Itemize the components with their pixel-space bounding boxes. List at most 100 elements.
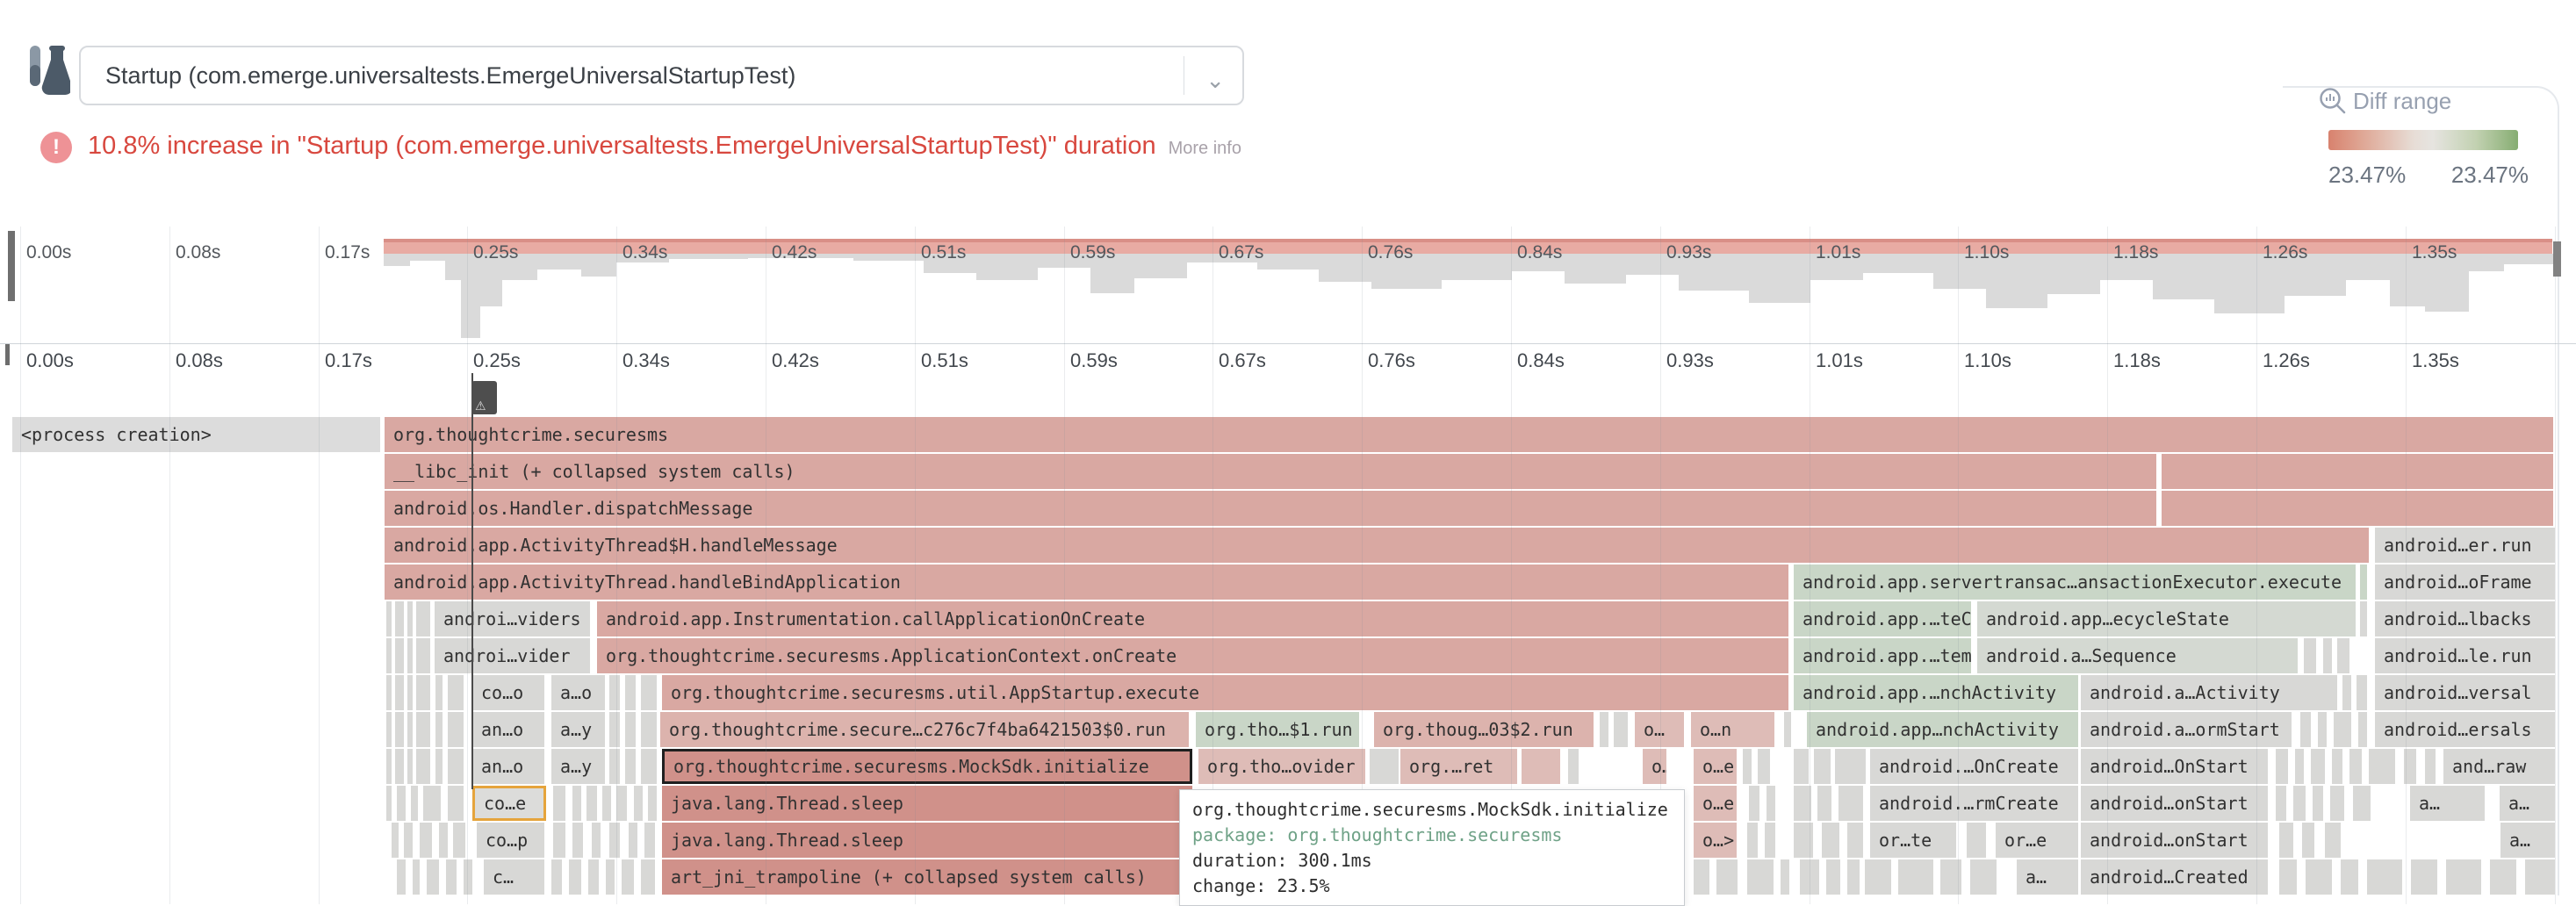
flame-frame[interactable] bbox=[2425, 749, 2436, 784]
flame-frame[interactable]: androi…vider bbox=[435, 638, 590, 673]
flame-frame[interactable] bbox=[416, 675, 430, 710]
flame-frame[interactable] bbox=[2162, 454, 2553, 489]
flame-frame[interactable]: android.a…Activity bbox=[2081, 675, 2337, 710]
flame-frame[interactable]: <process creation> bbox=[12, 417, 380, 452]
flame-frame[interactable]: java.lang.Thread.sleep bbox=[662, 786, 1192, 821]
flame-frame[interactable] bbox=[2313, 786, 2323, 821]
flame-frame[interactable]: android.app.ActivityThread$H.handleMessa… bbox=[385, 528, 2369, 563]
flame-frame[interactable] bbox=[448, 749, 464, 784]
flame-frame[interactable] bbox=[1835, 749, 1866, 784]
flame-frame[interactable] bbox=[446, 859, 457, 895]
flame-frame[interactable] bbox=[1747, 823, 1758, 858]
flame-frame[interactable] bbox=[625, 712, 636, 747]
flame-frame[interactable] bbox=[553, 823, 565, 858]
flame-frame[interactable]: android.…OnCreate bbox=[1870, 749, 2078, 784]
flame-frame[interactable] bbox=[435, 712, 443, 747]
flame-frame[interactable] bbox=[386, 712, 392, 747]
flame-frame[interactable] bbox=[416, 749, 430, 784]
flame-frame[interactable]: android.app.…teCallbacks bbox=[1794, 601, 1971, 636]
flame-frame[interactable] bbox=[616, 786, 627, 821]
flame-frame[interactable] bbox=[1784, 712, 1791, 747]
chevron-down-icon[interactable]: ⌄ bbox=[1205, 67, 1225, 94]
flame-frame[interactable] bbox=[625, 749, 636, 784]
flame-frame[interactable] bbox=[641, 749, 657, 784]
flame-frame[interactable]: android…er.run bbox=[2375, 528, 2555, 563]
flame-frame[interactable] bbox=[1822, 823, 1839, 858]
flame-frame[interactable]: or…e bbox=[1996, 823, 2078, 858]
flame-frame[interactable] bbox=[1568, 749, 1579, 784]
flame-frame[interactable] bbox=[1970, 859, 1997, 895]
flame-frame[interactable] bbox=[2276, 786, 2286, 821]
flame-frame[interactable]: a…y bbox=[551, 712, 605, 747]
flame-frame[interactable]: org.thoug…03$2.run bbox=[1374, 712, 1594, 747]
flame-frame[interactable] bbox=[572, 823, 583, 858]
flame-frame[interactable] bbox=[386, 786, 392, 821]
flame-frame[interactable]: o… bbox=[1643, 749, 1666, 784]
ruler-left-handle[interactable] bbox=[5, 344, 10, 365]
flame-frame[interactable] bbox=[407, 749, 413, 784]
flame-frame[interactable] bbox=[2360, 564, 2367, 600]
flame-frame[interactable] bbox=[606, 859, 615, 895]
flame-frame[interactable] bbox=[435, 749, 443, 784]
diff-range-gradient[interactable] bbox=[2328, 130, 2518, 150]
flame-frame[interactable] bbox=[413, 859, 420, 895]
flame-frame[interactable] bbox=[609, 823, 620, 858]
flame-frame[interactable]: org.tho…$1.run bbox=[1196, 712, 1359, 747]
flame-frame[interactable]: an…o bbox=[472, 749, 544, 784]
flame-frame[interactable] bbox=[2490, 859, 2516, 895]
flame-frame[interactable] bbox=[397, 786, 406, 821]
flame-frame[interactable] bbox=[622, 859, 634, 895]
flame-frame[interactable] bbox=[395, 749, 404, 784]
flame-frame[interactable]: co…o bbox=[472, 675, 544, 710]
flame-frame[interactable] bbox=[1826, 859, 1840, 895]
flame-frame[interactable] bbox=[1747, 859, 1774, 895]
flame-frame[interactable]: android…versal bbox=[2375, 675, 2555, 710]
flame-frame[interactable] bbox=[641, 675, 657, 710]
flame-frame[interactable] bbox=[1847, 823, 1863, 858]
flame-frame[interactable] bbox=[386, 749, 392, 784]
flame-frame[interactable] bbox=[1716, 859, 1738, 895]
flame-frame[interactable] bbox=[629, 823, 637, 858]
flame-frame[interactable]: org.tho…ovider bbox=[1198, 749, 1365, 784]
flame-frame[interactable]: a…o bbox=[551, 675, 605, 710]
flame-frame[interactable] bbox=[1749, 786, 1759, 821]
flame-frame[interactable]: android.a…Sequence bbox=[1977, 638, 2298, 673]
flame-frame[interactable]: android.app.…tem.execute bbox=[1794, 638, 1971, 673]
flame-frame[interactable] bbox=[641, 859, 655, 895]
flame-frame[interactable] bbox=[2369, 749, 2395, 784]
flame-frame[interactable] bbox=[2325, 823, 2341, 858]
flame-frame[interactable]: android…onStart bbox=[2081, 786, 2268, 821]
flame-frame[interactable] bbox=[2334, 712, 2351, 747]
flame-frame[interactable] bbox=[407, 601, 413, 636]
flame-frame[interactable]: org.thoughtcrime.secure…c276c7f4ba642150… bbox=[660, 712, 1189, 747]
flame-frame[interactable]: or…te bbox=[1870, 823, 1956, 858]
flame-frame[interactable] bbox=[1847, 859, 1860, 895]
flame-frame[interactable]: android…onStart bbox=[2081, 823, 2268, 858]
flame-frame[interactable] bbox=[423, 786, 441, 821]
flame-frame[interactable]: o…> bbox=[1694, 823, 1737, 858]
flame-frame[interactable]: art_jni_trampoline (+ collapsed system c… bbox=[662, 859, 1192, 895]
flame-frame[interactable] bbox=[1865, 859, 1891, 895]
flame-frame[interactable] bbox=[411, 786, 418, 821]
flame-frame[interactable] bbox=[420, 823, 432, 858]
flame-frame[interactable] bbox=[448, 675, 464, 710]
flame-frame[interactable] bbox=[2279, 823, 2293, 858]
flame-frame[interactable]: android.os.Handler.dispatchMessage bbox=[385, 491, 2156, 526]
flame-frame[interactable]: org.thoughtcrime.securesms.MockSdk.initi… bbox=[662, 749, 1192, 784]
flame-frame[interactable]: a… bbox=[2017, 859, 2078, 895]
flame-frame[interactable] bbox=[2279, 859, 2297, 895]
flame-frame[interactable] bbox=[2302, 823, 2314, 858]
flame-frame[interactable] bbox=[1694, 859, 1709, 895]
flame-frame[interactable] bbox=[1758, 749, 1770, 784]
flame-frame[interactable] bbox=[2295, 749, 2304, 784]
flame-frame[interactable] bbox=[2304, 638, 2316, 673]
flame-frame[interactable]: and…raw bbox=[2443, 749, 2555, 784]
flame-frame[interactable] bbox=[395, 601, 404, 636]
flame-frame[interactable]: android.app…nchActivity bbox=[1807, 712, 2078, 747]
flame-frame[interactable] bbox=[2276, 749, 2288, 784]
flame-frame[interactable]: o… bbox=[1635, 712, 1684, 747]
flame-frame[interactable] bbox=[2341, 859, 2358, 895]
flame-frame[interactable] bbox=[644, 823, 655, 858]
flame-frame[interactable] bbox=[416, 638, 430, 673]
flame-frame[interactable] bbox=[439, 823, 448, 858]
